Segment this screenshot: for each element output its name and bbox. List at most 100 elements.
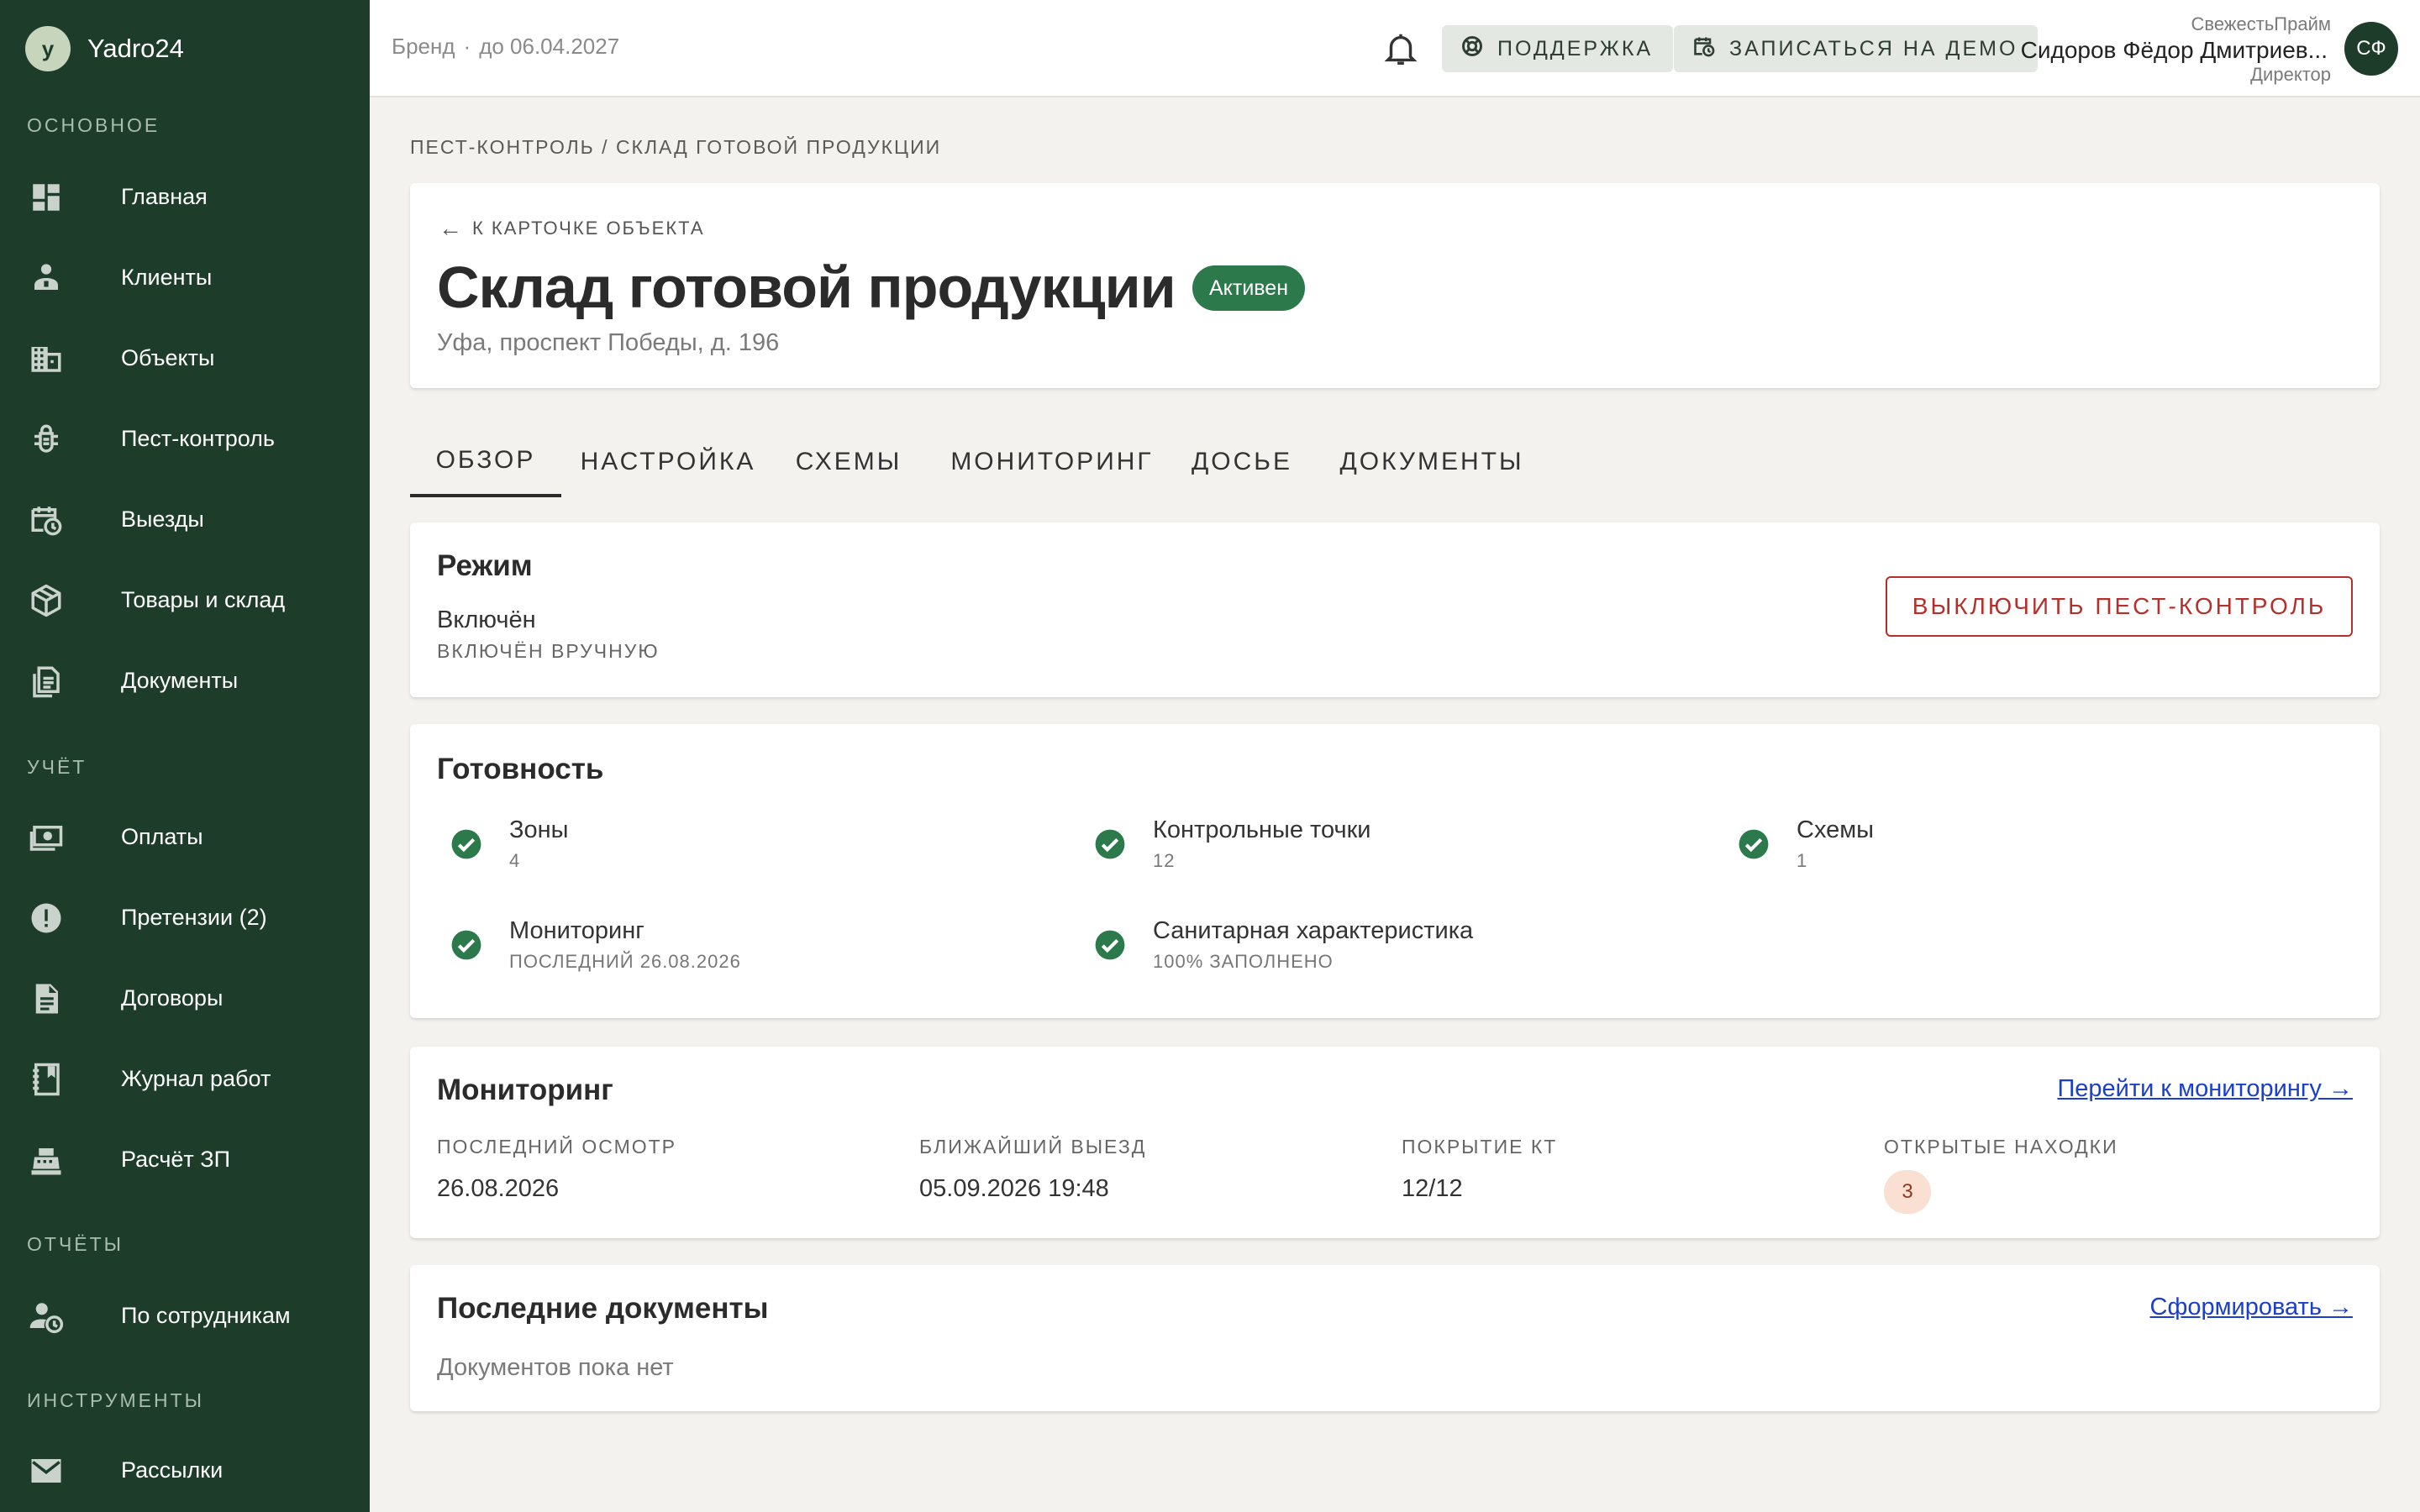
notifications-bell-icon[interactable] — [1381, 29, 1420, 69]
sidebar-item-salary[interactable]: Расчёт ЗП — [0, 1126, 370, 1193]
sidebar-item-goods[interactable]: Товары и склад — [0, 566, 370, 633]
brand[interactable]: y Yadro24 — [25, 25, 184, 72]
sidebar-item-label: Рассылки — [121, 1457, 224, 1483]
tab-overview[interactable]: ОБЗОР — [410, 427, 561, 497]
check-circle-icon — [1094, 828, 1126, 860]
back-to-object-link[interactable]: ← К КАРТОЧКЕ ОБЪЕКТА — [439, 215, 705, 242]
sidebar-item-objects[interactable]: Объекты — [0, 324, 370, 391]
journal-icon — [29, 1062, 64, 1097]
next-visit-label: БЛИЖАЙШИЙ ВЫЕЗД — [919, 1136, 1147, 1158]
sidebar-item-documents[interactable]: Документы — [0, 647, 370, 714]
coverage-label: ПОКРЫТИЕ КТ — [1402, 1136, 1558, 1158]
tab-dossier[interactable]: ДОСЬЕ — [1178, 427, 1306, 497]
sidebar-item-by-employees[interactable]: По сотрудникам — [0, 1282, 370, 1349]
tab-documents[interactable]: ДОКУМЕНТЫ — [1321, 427, 1543, 497]
alert-icon — [29, 900, 64, 936]
cash-register-icon — [29, 1142, 64, 1178]
document-icon — [29, 664, 64, 699]
readiness-value: 100% ЗАПОЛНЕНО — [1153, 951, 1334, 972]
readiness-label: Зоны — [509, 816, 569, 843]
check-circle-icon — [450, 828, 482, 860]
sidebar-item-label: Договоры — [121, 984, 224, 1011]
generate-document-link[interactable]: Сформировать → — [2150, 1294, 2353, 1321]
readiness-label: Мониторинг — [509, 917, 644, 944]
object-address: Уфа, проспект Победы, д. 196 — [437, 329, 780, 356]
user-name[interactable]: Сидоров Фёдор Дмитриев... — [2021, 37, 2328, 64]
open-findings: ОТКРЫТЫЕ НАХОДКИ 3 — [1884, 1136, 2118, 1214]
tab-settings[interactable]: НАСТРОЙКА — [578, 427, 758, 497]
app-name: Yadro24 — [87, 34, 184, 63]
findings-count-badge[interactable]: 3 — [1884, 1170, 1931, 1214]
sidebar-item-work-log[interactable]: Журнал работ — [0, 1045, 370, 1112]
calendar-clock-icon — [1692, 34, 1729, 64]
sidebar-item-contracts[interactable]: Договоры — [0, 964, 370, 1032]
status-badge: Активен — [1192, 265, 1306, 311]
sidebar: y Yadro24 ОСНОВНОЕ Главная Клиенты Объек… — [0, 0, 370, 1512]
avatar[interactable]: СФ — [2344, 22, 2398, 76]
readiness-label: Контрольные точки — [1153, 816, 1371, 843]
sidebar-item-claims[interactable]: Претензии (2) — [0, 884, 370, 951]
check-circle-icon — [450, 929, 482, 961]
support-label: ПОДДЕРЖКА — [1497, 36, 1654, 60]
readiness-label: Схемы — [1797, 816, 1875, 843]
go-to-monitoring-link[interactable]: Перейти к мониторингу → — [2057, 1075, 2353, 1103]
demo-button[interactable]: ЗАПИСАТЬСЯ НА ДЕМО — [1674, 25, 2039, 72]
last-inspection-value: 26.08.2026 — [437, 1175, 560, 1202]
person-clock-icon — [29, 1299, 64, 1334]
sidebar-item-clients[interactable]: Клиенты — [0, 244, 370, 311]
sidebar-item-mailings[interactable]: Рассылки — [0, 1436, 370, 1504]
sidebar-item-label: Документы — [121, 667, 239, 693]
coverage-value: 12/12 — [1402, 1175, 1463, 1202]
check-circle-icon — [1094, 929, 1126, 961]
mode-card: Режим Включён ВКЛЮЧЁН ВРУЧНУЮ ВЫКЛЮЧИТЬ … — [410, 522, 2380, 697]
sidebar-item-visits[interactable]: Выезды — [0, 486, 370, 553]
disable-pest-control-button[interactable]: ВЫКЛЮЧИТЬ ПЕСТ-КОНТРОЛЬ — [1886, 576, 2353, 637]
readiness-title: Готовность — [437, 753, 604, 785]
mode-title: Режим — [437, 549, 533, 582]
monitoring-title: Мониторинг — [437, 1074, 613, 1106]
readiness-value: 4 — [509, 850, 521, 871]
contract-icon — [29, 981, 64, 1016]
readiness-value: 1 — [1797, 850, 1808, 871]
brand-logo: y — [25, 26, 71, 71]
sidebar-item-pest-control[interactable]: Пест-контроль — [0, 405, 370, 472]
object-header-card: ← К КАРТОЧКЕ ОБЪЕКТА Склад готовой проду… — [410, 183, 2380, 388]
page-title: Склад готовой продукции — [437, 255, 1176, 320]
check-circle-icon — [1738, 828, 1770, 860]
sidebar-section-title-reports: ОТЧЁТЫ — [27, 1233, 124, 1255]
demo-label: ЗАПИСАТЬСЯ НА ДЕМО — [1729, 36, 2018, 60]
brand-until: до 06.04.2027 — [479, 34, 620, 59]
mode-sub: ВКЛЮЧЁН ВРУЧНУЮ — [437, 640, 660, 662]
coverage: ПОКРЫТИЕ КТ 12/12 — [1402, 1136, 1557, 1203]
sidebar-section-title-accounting: УЧЁТ — [27, 756, 87, 778]
brand-subscription: Бренд · до 06.04.2027 — [392, 34, 619, 60]
sidebar-item-label: Клиенты — [121, 264, 213, 290]
sidebar-item-payments[interactable]: Оплаты — [0, 803, 370, 870]
last-inspection-label: ПОСЛЕДНИЙ ОСМОТР — [437, 1136, 677, 1158]
tab-monitoring[interactable]: МОНИТОРИНГ — [941, 427, 1163, 497]
sidebar-item-label: Оплаты — [121, 823, 203, 849]
person-icon — [29, 260, 64, 296]
readiness-label: Санитарная характеристика — [1153, 917, 1474, 944]
sidebar-item-label: Главная — [121, 183, 208, 209]
payments-icon — [29, 820, 64, 855]
sidebar-item-label: Выезды — [121, 506, 204, 532]
sidebar-item-home[interactable]: Главная — [0, 163, 370, 230]
dashboard-icon — [29, 180, 64, 215]
user-company: СвежестьПрайм — [2191, 13, 2331, 34]
calendar-clock-icon — [29, 502, 64, 538]
sidebar-item-label: Товары и склад — [121, 586, 286, 612]
building-icon — [29, 341, 64, 376]
readiness-value: ПОСЛЕДНИЙ 26.08.2026 — [509, 951, 741, 972]
breadcrumb[interactable]: ПЕСТ-КОНТРОЛЬ / СКЛАД ГОТОВОЙ ПРОДУКЦИИ — [410, 136, 941, 159]
recent-documents-card: Последние документы Сформировать → Докум… — [410, 1265, 2380, 1411]
support-button[interactable]: ПОДДЕРЖКА — [1442, 25, 1674, 72]
readiness-card: Готовность Зоны 4 Контрольные точки 12 С… — [410, 724, 2380, 1018]
sidebar-section-title-main: ОСНОВНОЕ — [27, 114, 160, 136]
sidebar-section-title-tools: ИНСТРУМЕНТЫ — [27, 1389, 205, 1411]
user-role: Директор — [2250, 64, 2331, 85]
tab-schemes[interactable]: СХЕМЫ — [773, 427, 924, 497]
readiness-value: 12 — [1153, 850, 1176, 871]
package-icon — [29, 583, 64, 618]
back-label: К КАРТОЧКЕ ОБЪЕКТА — [472, 218, 705, 239]
